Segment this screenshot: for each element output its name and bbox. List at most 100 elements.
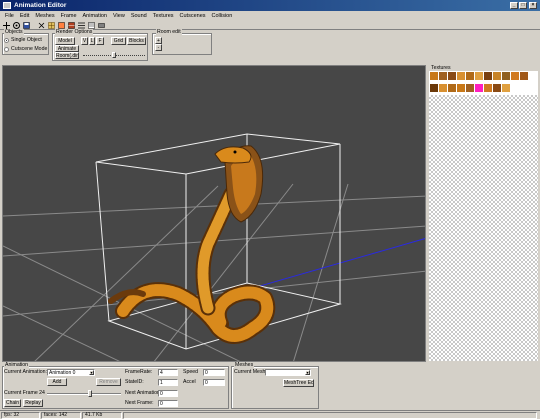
menu-frame[interactable]: Frame (58, 11, 80, 21)
app-icon (3, 2, 11, 9)
texture-thumb[interactable] (484, 84, 492, 92)
faces-status: faces: 142 (41, 412, 81, 419)
texture-thumb[interactable] (511, 72, 519, 80)
current-frame-label: Current Frame 24 (4, 390, 45, 396)
texture-thumb[interactable] (457, 72, 465, 80)
chain-button[interactable]: Chain (4, 399, 21, 407)
menu-edit[interactable]: Edit (17, 11, 32, 21)
objects-group-label: Objects (4, 29, 24, 35)
menu-file[interactable]: File (2, 11, 17, 21)
texture-canvas[interactable] (429, 95, 538, 361)
maximize-button[interactable]: □ (519, 2, 527, 9)
menu-bar: File Edit Meshes Frame Animation View So… (0, 11, 540, 21)
texture-thumb[interactable] (475, 84, 483, 92)
cutscene-mode-label: Cutscene Mode (11, 46, 48, 52)
fps-status: fps: 32 (1, 412, 40, 419)
next-animation-field[interactable]: 0 (158, 390, 178, 397)
save-icon[interactable] (23, 22, 30, 29)
menu-cutscenes[interactable]: Cutscenes (177, 11, 209, 21)
current-animation-select[interactable]: Animation 0 (47, 369, 95, 376)
menu-meshes[interactable]: Meshes (32, 11, 57, 21)
meshes-group-label: Meshes (234, 362, 255, 368)
current-animation-label: Current Animation: (4, 369, 47, 375)
current-frame-slider-track[interactable] (47, 393, 121, 395)
minimize-button[interactable]: _ (510, 2, 518, 9)
chevron-down-icon[interactable]: ▾ (89, 370, 94, 375)
framerate-field[interactable]: 4 (158, 369, 178, 376)
next-animation-label: Next Animation: (125, 390, 162, 396)
texture-thumb[interactable] (466, 84, 474, 92)
room-edit-minus-button[interactable]: - (155, 44, 162, 51)
texture-thumb[interactable] (502, 72, 510, 80)
texture-tool-icon[interactable] (68, 22, 75, 29)
v-toggle[interactable]: V (81, 37, 88, 45)
texture-thumb[interactable] (520, 72, 528, 80)
texture-thumb[interactable] (439, 72, 447, 80)
menu-collision[interactable]: Collision (209, 11, 236, 21)
current-frame-slider-thumb[interactable] (87, 390, 92, 397)
grid-button[interactable]: Grid (111, 37, 126, 45)
texture-thumbnails[interactable] (429, 71, 538, 95)
texture-thumb[interactable] (493, 72, 501, 80)
chevron-down-icon[interactable]: ▾ (305, 370, 310, 375)
model-button[interactable]: Model (55, 37, 75, 45)
cut-icon[interactable] (38, 22, 45, 29)
animate-button[interactable]: Animate (55, 45, 79, 52)
texture-thumb[interactable] (457, 84, 465, 92)
next-frame-field[interactable]: 0 (158, 400, 178, 407)
new-icon[interactable] (3, 22, 10, 29)
mesh-tool-icon[interactable] (58, 22, 65, 29)
texture-thumb[interactable] (502, 84, 510, 92)
status-message (123, 412, 537, 419)
close-button[interactable]: × (529, 2, 537, 9)
remove-animation-button[interactable]: Remove (96, 378, 121, 386)
blocks-button[interactable]: Blocks (127, 37, 146, 45)
texture-thumb[interactable] (448, 72, 456, 80)
stateid-field[interactable]: 1 (158, 379, 178, 386)
texture-thumb[interactable] (466, 72, 474, 80)
animation-group-label: Animation (4, 362, 30, 368)
stateid-label: StateID: (125, 379, 144, 385)
status-bar: fps: 32 faces: 142 41.7 Kb (0, 410, 540, 419)
texture-thumb[interactable] (475, 72, 483, 80)
texture-thumb[interactable] (448, 84, 456, 92)
texture-thumb[interactable] (493, 84, 501, 92)
texture-thumb[interactable] (430, 84, 438, 92)
menu-animation[interactable]: Animation (80, 11, 110, 21)
single-object-label: Single Object (11, 37, 42, 43)
3d-viewport[interactable] (2, 65, 426, 362)
menu-view[interactable]: View (110, 11, 128, 21)
render-options-label: Render Options (55, 29, 94, 35)
list-view-icon[interactable] (78, 22, 85, 29)
room-dir-button[interactable]: Room(.dir) (55, 52, 79, 59)
grid-view-icon[interactable] (48, 22, 55, 29)
current-mesh-label: Current Mesh: (234, 369, 267, 375)
scene-canvas[interactable] (3, 66, 426, 362)
l-toggle[interactable]: L (89, 37, 95, 45)
properties-icon[interactable] (98, 22, 105, 29)
framerate-label: FrameRate: (125, 369, 153, 375)
open-icon[interactable] (13, 22, 20, 29)
menu-sound[interactable]: Sound (128, 11, 150, 21)
speed-label: Speed (183, 369, 199, 375)
window-title: Animation Editor (14, 2, 67, 9)
details-view-icon[interactable] (88, 22, 95, 29)
next-frame-label: Next Frame: (125, 400, 154, 406)
room-edit-label: Room edit (156, 29, 182, 35)
texture-thumb[interactable] (430, 72, 438, 80)
title-bar: Animation Editor _ □ × (0, 0, 540, 11)
texture-thumb[interactable] (484, 72, 492, 80)
f-toggle[interactable]: F (96, 37, 104, 45)
cutscene-mode-radio[interactable] (4, 47, 9, 52)
menu-textures[interactable]: Textures (150, 11, 177, 21)
accel-field[interactable]: 0 (203, 379, 225, 386)
room-edit-plus-button[interactable]: + (155, 37, 162, 44)
meshtree-edit-button[interactable]: MeshTree Edit (283, 379, 314, 387)
accel-label: Accel (183, 379, 196, 385)
texture-thumb[interactable] (439, 84, 447, 92)
single-object-radio[interactable] (4, 38, 9, 43)
speed-field[interactable]: 0 (203, 369, 225, 376)
add-animation-button[interactable]: Add (47, 378, 67, 386)
render-slider-thumb[interactable] (112, 52, 116, 58)
replay-button[interactable]: Replay (23, 399, 43, 407)
